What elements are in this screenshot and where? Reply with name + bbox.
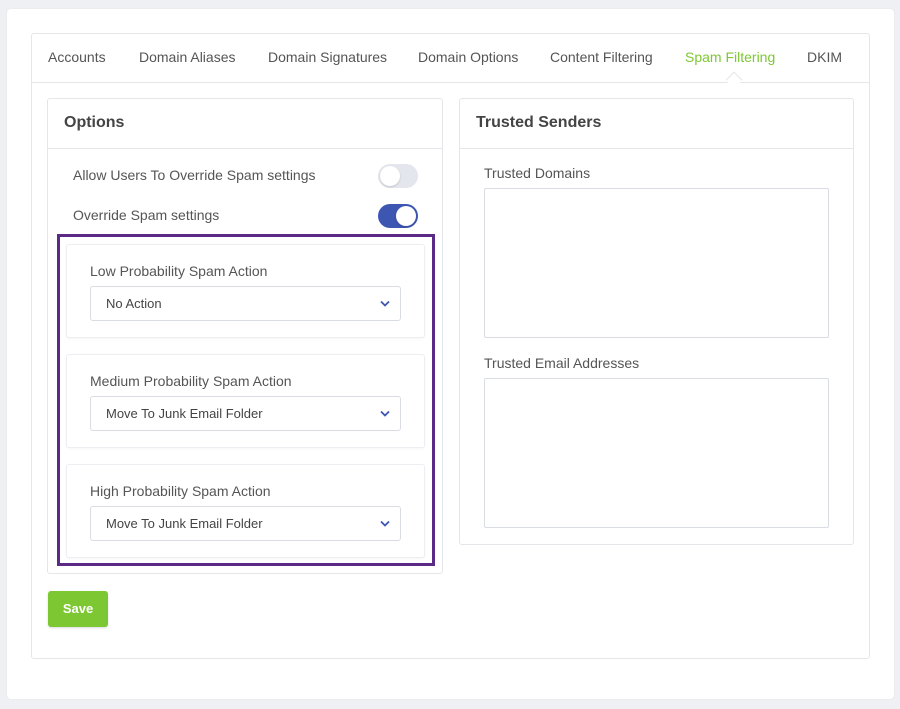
tab-content-filtering[interactable]: Content Filtering: [550, 49, 653, 65]
trusted-senders-header: Trusted Senders: [460, 99, 853, 149]
trusted-senders-title: Trusted Senders: [476, 114, 602, 131]
tab-domain-options[interactable]: Domain Options: [418, 49, 518, 65]
trusted-domains-textarea[interactable]: [484, 188, 829, 338]
tab-dkim[interactable]: DKIM: [807, 49, 842, 65]
allow-override-toggle[interactable]: [378, 164, 418, 188]
tab-domain-signatures[interactable]: Domain Signatures: [268, 49, 387, 65]
override-spam-toggle[interactable]: [378, 204, 418, 228]
active-tab-indicator: [725, 71, 743, 89]
trusted-domains-label: Trusted Domains: [484, 165, 591, 181]
toggle-knob: [396, 206, 416, 226]
toggle-knob: [380, 166, 400, 186]
override-spam-label: Override Spam settings: [73, 207, 220, 223]
tab-accounts[interactable]: Accounts: [48, 49, 106, 65]
tab-spam-filtering[interactable]: Spam Filtering: [685, 49, 775, 65]
save-button[interactable]: Save: [48, 591, 108, 627]
options-panel-title: Options: [64, 114, 125, 131]
options-panel-header: Options: [48, 99, 442, 149]
tab-bar: Accounts Domain Aliases Domain Signature…: [32, 34, 869, 89]
trusted-emails-textarea[interactable]: [484, 378, 829, 528]
allow-override-label: Allow Users To Override Spam settings: [73, 167, 316, 183]
tab-domain-aliases[interactable]: Domain Aliases: [139, 49, 236, 65]
trusted-emails-label: Trusted Email Addresses: [484, 355, 640, 371]
highlight-box: [57, 234, 435, 566]
